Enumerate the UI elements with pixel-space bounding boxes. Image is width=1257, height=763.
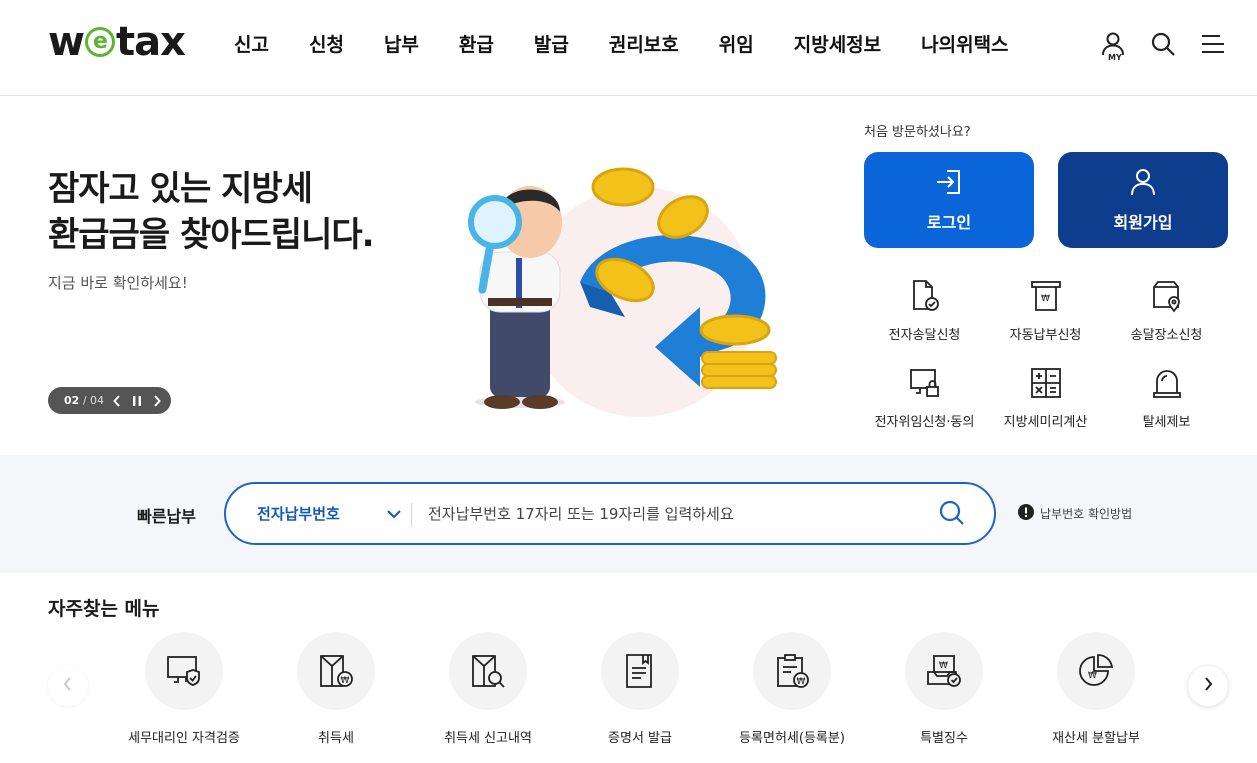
carousel-prev-button[interactable]	[48, 666, 88, 706]
join-button[interactable]: 회원가입	[1058, 152, 1228, 248]
svg-text:₩: ₩	[797, 677, 806, 687]
frequent-item-acquisition-report-history[interactable]: 취득세 신고내역	[412, 632, 564, 746]
frequent-menu-title: 자주찾는 메뉴	[48, 598, 160, 620]
quick-link-e-delegation[interactable]: 전자위임신청·동의	[864, 365, 985, 430]
logo-e-circle: e	[84, 27, 115, 57]
quick-link-label: 송달장소신청	[1130, 328, 1203, 343]
svg-text:₩: ₩	[341, 676, 350, 686]
frequent-item-certificate-issue[interactable]: 증명서 발급	[564, 632, 716, 746]
clipboard-won-icon: ₩	[753, 632, 831, 710]
slide-prev-icon[interactable]	[110, 394, 124, 408]
svg-text:₩: ₩	[1088, 671, 1097, 681]
special-collection-icon: ₩	[905, 632, 983, 710]
frequent-item-registration-license-tax[interactable]: ₩ 등록면허세(등록분)	[716, 632, 868, 746]
quick-link-label: 전자송달신청	[888, 328, 961, 343]
nav-apply[interactable]: 신청	[289, 30, 364, 60]
slide-pause-icon[interactable]	[130, 394, 144, 408]
nav-report[interactable]: 신고	[214, 30, 289, 60]
frequent-item-label: 등록면허세(등록분)	[739, 731, 845, 746]
svg-text:₩: ₩	[1041, 294, 1050, 304]
slide-current: 02	[64, 394, 80, 407]
help-text: 납부번호 확인방법	[1040, 507, 1133, 521]
monitor-lock-icon	[907, 365, 943, 401]
payment-number-help-link[interactable]: 납부번호 확인방법	[1018, 504, 1132, 523]
payment-number-input[interactable]	[428, 498, 908, 530]
nav-issue[interactable]: 발급	[514, 30, 589, 60]
quick-link-tax-evasion-report[interactable]: 탈세제보	[1106, 365, 1227, 430]
chevron-down-icon[interactable]	[386, 504, 402, 528]
divider	[411, 503, 412, 527]
main-nav: 신고 신청 납부 환급 발급 권리보호 위임 지방세정보 나의위택스	[214, 30, 1029, 60]
hero-subtitle: 지금 바로 확인하세요!	[48, 274, 188, 292]
calculator-icon	[1028, 365, 1064, 401]
welcome-text: 처음 방문하셨나요?	[864, 125, 971, 140]
logo-text-w: w	[48, 19, 85, 65]
hero-title-line2: 환급금을 찾아드립니다.	[48, 215, 375, 255]
frequent-item-label: 특별징수	[920, 731, 968, 746]
header-utility: MY	[1077, 28, 1227, 62]
quick-link-label: 탈세제보	[1142, 415, 1191, 430]
chevron-right-icon	[1202, 676, 1214, 696]
login-label: 로그인	[926, 213, 972, 232]
document-check-icon	[907, 278, 943, 314]
wetax-logo[interactable]: w e tax	[48, 19, 186, 65]
my-page-icon[interactable]: MY	[1099, 28, 1127, 62]
quick-pay-box: 전자납부번호	[224, 482, 996, 545]
slider-control: 02 / 04	[48, 387, 171, 414]
hero-title-line1: 잠자고 있는 지방세	[48, 169, 313, 209]
frequent-item-special-collection[interactable]: ₩ 특별징수	[868, 632, 1020, 746]
slide-total: / 04	[82, 394, 105, 407]
location-bag-icon	[1149, 278, 1185, 314]
quick-pay-label: 빠른납부	[137, 507, 196, 526]
hamburger-menu-icon[interactable]	[1199, 28, 1227, 60]
frequent-item-label: 재산세 분할납부	[1052, 731, 1140, 746]
pay-type-select[interactable]: 전자납부번호	[257, 503, 340, 524]
chevron-left-icon	[62, 676, 74, 696]
nav-delegation[interactable]: 위임	[699, 30, 774, 60]
acquisition-tax-icon: ₩	[297, 632, 375, 710]
nav-rights[interactable]: 권리보호	[589, 30, 699, 60]
refund-illustration	[468, 167, 777, 417]
quick-link-delivery-place[interactable]: 송달장소신청	[1106, 278, 1227, 343]
quick-link-label: 지방세미리계산	[1003, 415, 1088, 430]
frequent-item-acquisition-tax[interactable]: ₩ 취득세	[260, 632, 412, 746]
auto-pay-icon: ₩	[1028, 278, 1064, 314]
quick-link-e-delivery[interactable]: 전자송달신청	[864, 278, 985, 343]
person-icon	[1128, 167, 1158, 201]
carousel-next-button[interactable]	[1188, 666, 1228, 706]
frequent-item-label: 증명서 발급	[608, 731, 672, 746]
quick-link-label: 자동납부신청	[1009, 328, 1082, 343]
quick-link-auto-pay[interactable]: ₩ 자동납부신청	[985, 278, 1106, 343]
certificate-icon	[601, 632, 679, 710]
quick-link-tax-calculator[interactable]: 지방세미리계산	[985, 365, 1106, 430]
report-search-icon	[449, 632, 527, 710]
my-label: MY	[1108, 53, 1122, 62]
hero-title: 잠자고 있는 지방세 환급금을 찾아드립니다.	[48, 166, 375, 258]
frequent-item-label: 취득세	[318, 731, 354, 746]
frequent-item-property-tax-installment[interactable]: ₩ 재산세 분할납부	[1020, 632, 1172, 746]
frequent-item-label: 취득세 신고내역	[444, 731, 532, 746]
pie-won-icon: ₩	[1057, 632, 1135, 710]
svg-text:₩: ₩	[939, 661, 948, 671]
frequent-item-label: 세무대리인 자격검증	[128, 731, 240, 746]
quick-link-label: 전자위임신청·동의	[874, 415, 975, 430]
search-icon[interactable]	[1149, 28, 1177, 60]
slide-next-icon[interactable]	[150, 394, 164, 408]
login-icon	[934, 167, 964, 201]
nav-my-wetax[interactable]: 나의위택스	[901, 30, 1028, 60]
nav-payment[interactable]: 납부	[364, 30, 439, 60]
monitor-shield-icon	[145, 632, 223, 710]
siren-icon	[1149, 365, 1185, 401]
info-icon	[1018, 504, 1034, 523]
frequent-item-agent-verification[interactable]: 세무대리인 자격검증	[108, 632, 260, 746]
site-header: w e tax 신고 신청 납부 환급 발급 권리보호 위임 지방세정보 나의위택스…	[0, 0, 1257, 96]
login-button[interactable]: 로그인	[864, 152, 1034, 248]
nav-refund[interactable]: 환급	[439, 30, 514, 60]
search-icon[interactable]	[938, 499, 968, 529]
logo-text-tax: tax	[115, 19, 186, 65]
nav-local-tax-info[interactable]: 지방세정보	[774, 30, 901, 60]
join-label: 회원가입	[1113, 213, 1173, 232]
